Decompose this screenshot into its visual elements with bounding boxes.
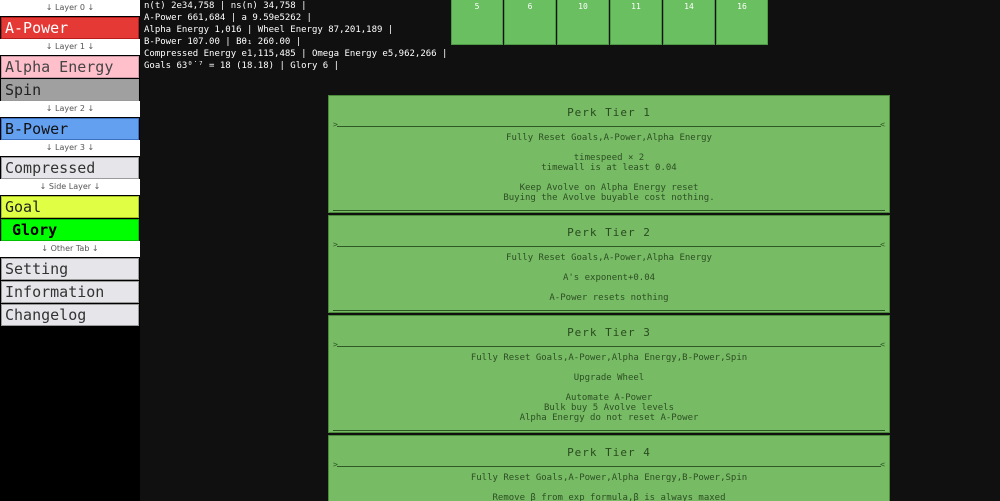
goal-box[interactable]: 6 [504, 0, 556, 45]
perk-card[interactable]: Perk Tier 2 > < Fully Reset Goals,A-Power,A… [328, 215, 890, 313]
arrow-left-icon: < [880, 120, 885, 129]
stat-line: Goals 63⁰˙⁷ = 18 (18.18) | Glory 6 | [144, 61, 340, 71]
stats-panel: n(t) 2e34,758 | ns(n) 34,758 | A-Power 66… [144, 0, 448, 72]
perk-line: timewall is at least 0.04 [541, 163, 677, 173]
perk-card[interactable]: Perk Tier 3 > < Fully Reset Goals,A-Power,A… [328, 315, 890, 433]
perk-bottom-rule [333, 426, 885, 431]
stat-line: A-Power 661,684 | a 9.59e5262 | [144, 13, 312, 23]
stat-line: Compressed Energy e1,115,485 | Omega Ene… [144, 49, 448, 59]
perk-line [329, 383, 889, 393]
stat-line: Alpha Energy 1,016 | Wheel Energy 87,201… [144, 25, 394, 35]
top-box-row: 5 6 10 11 14 16 [451, 0, 769, 45]
sidebar: ↓ Layer 0 ↓ A-Power ↓ Layer 1 ↓ Alpha Energ… [0, 0, 140, 501]
perk-card[interactable]: Perk Tier 4 > < Fully Reset Goals,A-Power,A… [328, 435, 890, 501]
tab-changelog[interactable]: Changelog [1, 304, 139, 326]
perk-line: Fully Reset Goals,A-Power,Alpha Energy,B… [470, 473, 748, 483]
perk-divider: > < [333, 460, 885, 470]
layer-separator: ↓ Layer 3 ↓ [0, 140, 140, 156]
perk-line: Fully Reset Goals,A-Power,Alpha Energy [506, 133, 712, 143]
arrow-left-icon: < [880, 240, 885, 249]
perk-description: Fully Reset Goals,A-Power,Alpha Energy,B… [329, 470, 889, 501]
perk-divider: > < [333, 120, 885, 130]
stat-line: n(t) 2e34,758 | ns(n) 34,758 | [144, 1, 307, 11]
perk-line: A-Power resets nothing [549, 293, 669, 303]
perk-line: Keep Avolve on Alpha Energy reset [519, 183, 699, 193]
perk-line [329, 283, 889, 293]
layer-separator: ↓ Other Tab ↓ [0, 241, 140, 257]
goal-box[interactable]: 5 [451, 0, 503, 45]
arrow-right-icon: > [333, 120, 338, 129]
layer-separator: ↓ Layer 2 ↓ [0, 101, 140, 117]
perk-line: Automate A-Power [565, 393, 653, 403]
perk-line: Buying the Avolve buyable cost nothing. [503, 193, 715, 203]
perk-description: Fully Reset Goals,A-Power,Alpha Energy ti… [329, 130, 889, 206]
arrow-left-icon: < [880, 340, 885, 349]
goal-box[interactable]: 14 [663, 0, 715, 45]
perk-line [329, 173, 889, 183]
arrow-right-icon: > [333, 460, 338, 469]
arrow-right-icon: > [333, 240, 338, 249]
layer-separator: ↓ Side Layer ↓ [0, 179, 140, 195]
perk-line: Bulk buy 5 Avolve levels [543, 403, 675, 413]
perk-line: Fully Reset Goals,A-Power,Alpha Energy,B… [470, 353, 748, 363]
perk-bottom-rule [333, 306, 885, 311]
stat-line: B-Power 107.00 | Bθ₁ 260.00 | [144, 37, 302, 47]
perk-line: Alpha Energy do not reset A-Power [519, 413, 699, 423]
perk-bottom-rule [333, 206, 885, 211]
perk-line: Upgrade Wheel [573, 373, 645, 383]
layer-separator: ↓ Layer 0 ↓ [0, 0, 140, 16]
perk-line: Fully Reset Goals,A-Power,Alpha Energy [506, 253, 712, 263]
tab-goal[interactable]: Goal [1, 196, 139, 218]
perk-line [329, 143, 889, 153]
perk-list: Perk Tier 1 > < Fully Reset Goals,A-Power,A… [328, 95, 890, 501]
perk-line [329, 483, 889, 493]
perk-card[interactable]: Perk Tier 1 > < Fully Reset Goals,A-Power,A… [328, 95, 890, 213]
tab-information[interactable]: Information [1, 281, 139, 303]
tab-setting[interactable]: Setting [1, 258, 139, 280]
perk-line: timespeed × 2 [573, 153, 645, 163]
perk-title: Perk Tier 2 [567, 226, 651, 239]
layer-separator: ↓ Layer 1 ↓ [0, 39, 140, 55]
arrow-left-icon: < [880, 460, 885, 469]
tab-compressed[interactable]: Compressed [1, 157, 139, 179]
goal-box[interactable]: 11 [610, 0, 662, 45]
goal-box[interactable]: 16 [716, 0, 768, 45]
perk-divider: > < [333, 340, 885, 350]
tab-glory[interactable]: Glory [1, 219, 139, 241]
perk-description: Fully Reset Goals,A-Power,Alpha Energy,B… [329, 350, 889, 426]
perk-line: Remove β from exp formula,β is always ma… [492, 493, 726, 501]
tab-a-power[interactable]: A-Power [1, 17, 139, 39]
perk-line: A's exponent+0.04 [562, 273, 656, 283]
perk-description: Fully Reset Goals,A-Power,Alpha Energy A'… [329, 250, 889, 306]
tab-alpha-energy[interactable]: Alpha Energy [1, 56, 139, 78]
goal-box[interactable]: 10 [557, 0, 609, 45]
perk-title: Perk Tier 4 [567, 446, 651, 459]
perk-title: Perk Tier 1 [567, 106, 651, 119]
perk-divider: > < [333, 240, 885, 250]
arrow-right-icon: > [333, 340, 338, 349]
tab-b-power[interactable]: B-Power [1, 118, 139, 140]
perk-line [329, 363, 889, 373]
tab-spin[interactable]: Spin [1, 79, 139, 101]
perk-title: Perk Tier 3 [567, 326, 651, 339]
perk-line [329, 263, 889, 273]
